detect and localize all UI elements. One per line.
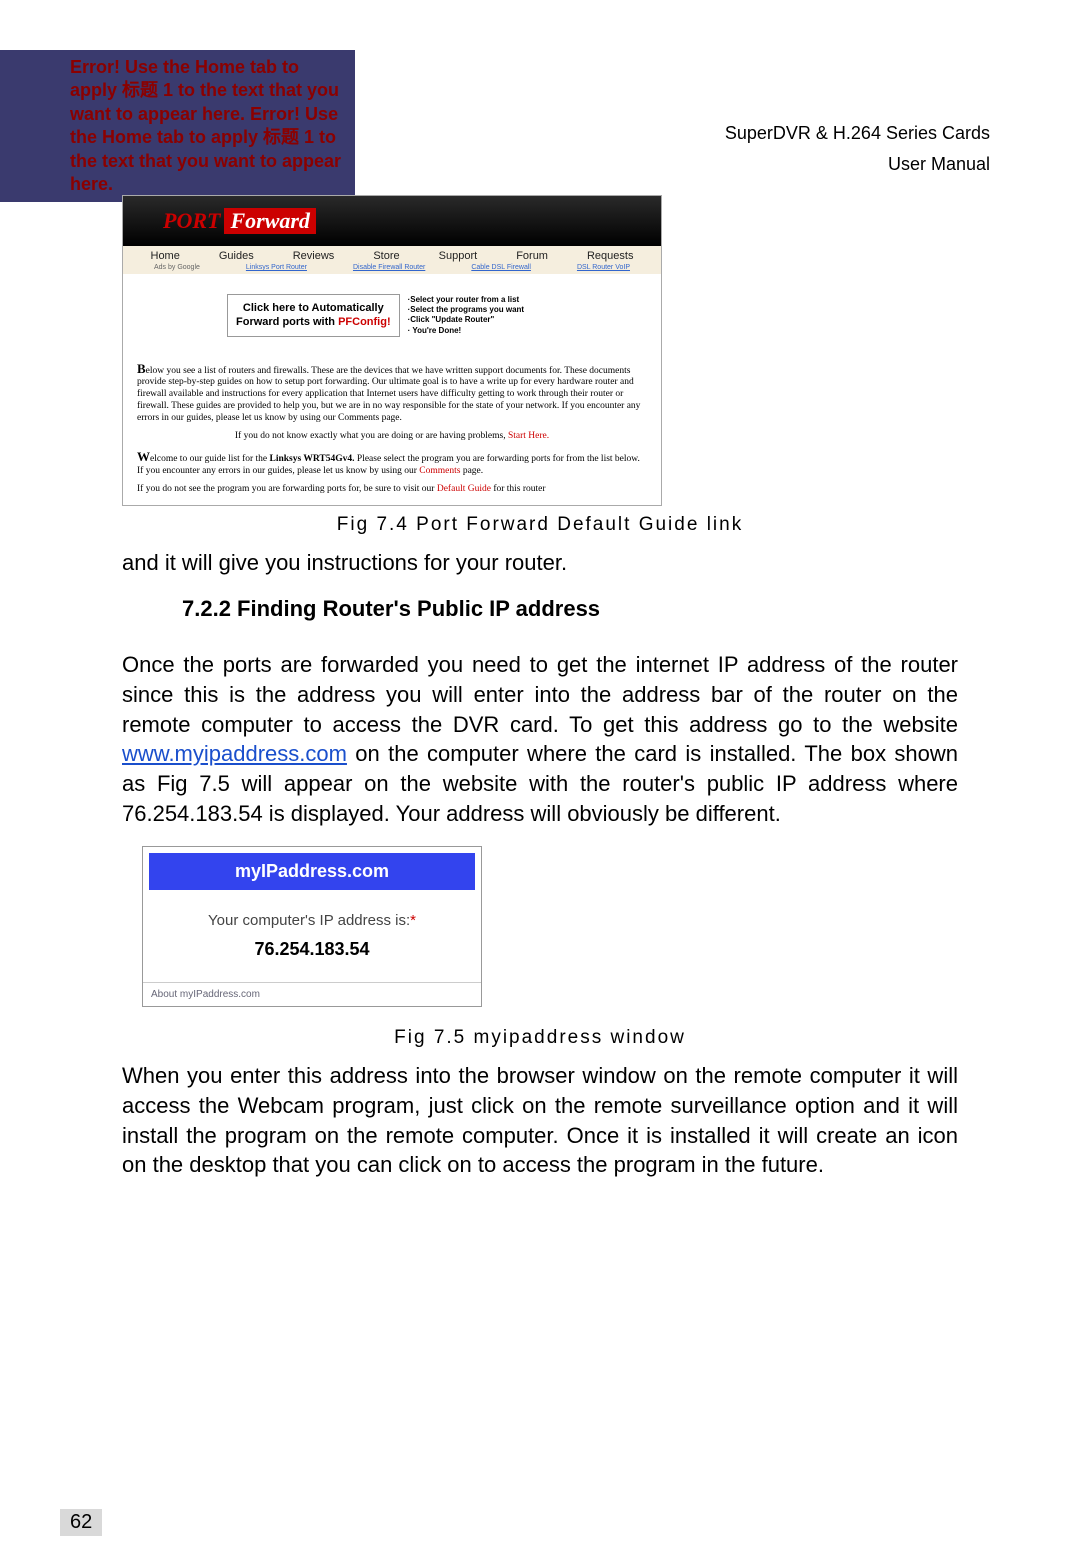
figure-myipaddress: myIPaddress.com Your computer's IP addre… xyxy=(142,846,482,1007)
myip-label: Your computer's IP address is:* xyxy=(143,912,481,929)
nav-support[interactable]: Support xyxy=(439,250,478,262)
comments-link[interactable]: Comments xyxy=(419,466,460,476)
manual-label: User Manual xyxy=(725,149,990,180)
cta-pfconfig: PFConfig! xyxy=(338,316,391,328)
nav-home[interactable]: Home xyxy=(151,250,180,262)
pf-body: Click here to Automatically Forward port… xyxy=(123,274,661,505)
default-guide-link[interactable]: Default Guide xyxy=(437,484,491,494)
p4a: If you do not see the program you are fo… xyxy=(137,484,437,494)
nav-guides[interactable]: Guides xyxy=(219,250,254,262)
error-header: Error! Use the Home tab to apply 标题 1 to… xyxy=(0,50,355,202)
myipaddress-url[interactable]: www.myipaddress.com xyxy=(122,741,347,766)
subnav-link-4[interactable]: DSL Router VoIP xyxy=(577,264,630,271)
cta-line1: Click here to Automatically xyxy=(236,301,391,315)
subnav-link-2[interactable]: Disable Firewall Router xyxy=(353,264,425,271)
nav-reviews[interactable]: Reviews xyxy=(293,250,335,262)
pf-subnav: Ads by Google Linksys Port Router Disabl… xyxy=(123,264,661,274)
subnav-link-1[interactable]: Linksys Port Router xyxy=(246,264,307,271)
p3e: page. xyxy=(460,466,483,476)
myip-ip-value: 76.254.183.54 xyxy=(143,939,481,960)
pf-para3: Welcome to our guide list for the Linksy… xyxy=(137,449,647,478)
doc-header-right: SuperDVR & H.264 Series Cards User Manua… xyxy=(725,118,990,179)
pf-logo-forward: Forward xyxy=(224,208,315,234)
pf-para1: Below you see a list of routers and fire… xyxy=(137,361,647,425)
body-para3: When you enter this address into the bro… xyxy=(122,1061,958,1180)
pf-para4: If you do not see the program you are fo… xyxy=(137,484,647,496)
fig75-caption: Fig 7.5 myipaddress window xyxy=(122,1027,958,1049)
myip-footer-link[interactable]: About myIPaddress.com xyxy=(143,982,481,1006)
figure-portforward: PORT Forward Home Guides Reviews Store S… xyxy=(122,195,662,506)
pf-para1-text: elow you see a list of routers and firew… xyxy=(137,366,640,424)
body-para2: Once the ports are forwarded you need to… xyxy=(122,650,958,828)
body-line1: and it will give you instructions for yo… xyxy=(122,548,958,578)
myip-label-text: Your computer's IP address is: xyxy=(208,912,410,929)
p4c: for this router xyxy=(491,484,546,494)
subnav-link-3[interactable]: Cable DSL Firewall xyxy=(471,264,531,271)
pf-cta-box[interactable]: Click here to Automatically Forward port… xyxy=(227,294,400,337)
pf-para2: If you do not know exactly what you are … xyxy=(137,431,647,443)
pf-bullets: ·Select your router from a list ·Select … xyxy=(408,295,524,337)
ads-by-google: Ads by Google xyxy=(154,264,200,271)
myip-star: * xyxy=(410,912,416,929)
p3a: elcome to our guide list for the xyxy=(150,454,270,464)
nav-requests[interactable]: Requests xyxy=(587,250,633,262)
product-name: SuperDVR & H.264 Series Cards xyxy=(725,118,990,149)
para2a: Once the ports are forwarded you need to… xyxy=(122,652,958,736)
pf-topbar: PORT Forward xyxy=(123,196,661,246)
pf-nav: Home Guides Reviews Store Support Forum … xyxy=(123,246,661,264)
nav-forum[interactable]: Forum xyxy=(516,250,548,262)
nav-store[interactable]: Store xyxy=(373,250,399,262)
section-722-title: 7.2.2 Finding Router's Public IP address xyxy=(182,596,958,622)
pf-logo-port: PORT xyxy=(163,208,220,234)
start-here-link[interactable]: Start Here. xyxy=(508,431,549,441)
page-number: 62 xyxy=(60,1509,102,1536)
cta-line2a: Forward ports with xyxy=(236,316,338,328)
fig74-caption: Fig 7.4 Port Forward Default Guide link xyxy=(122,514,958,536)
myip-title: myIPaddress.com xyxy=(149,853,475,890)
pf-para2a: If you do not know exactly what you are … xyxy=(235,431,508,441)
router-model: Linksys WRT54Gv4. xyxy=(270,454,355,464)
